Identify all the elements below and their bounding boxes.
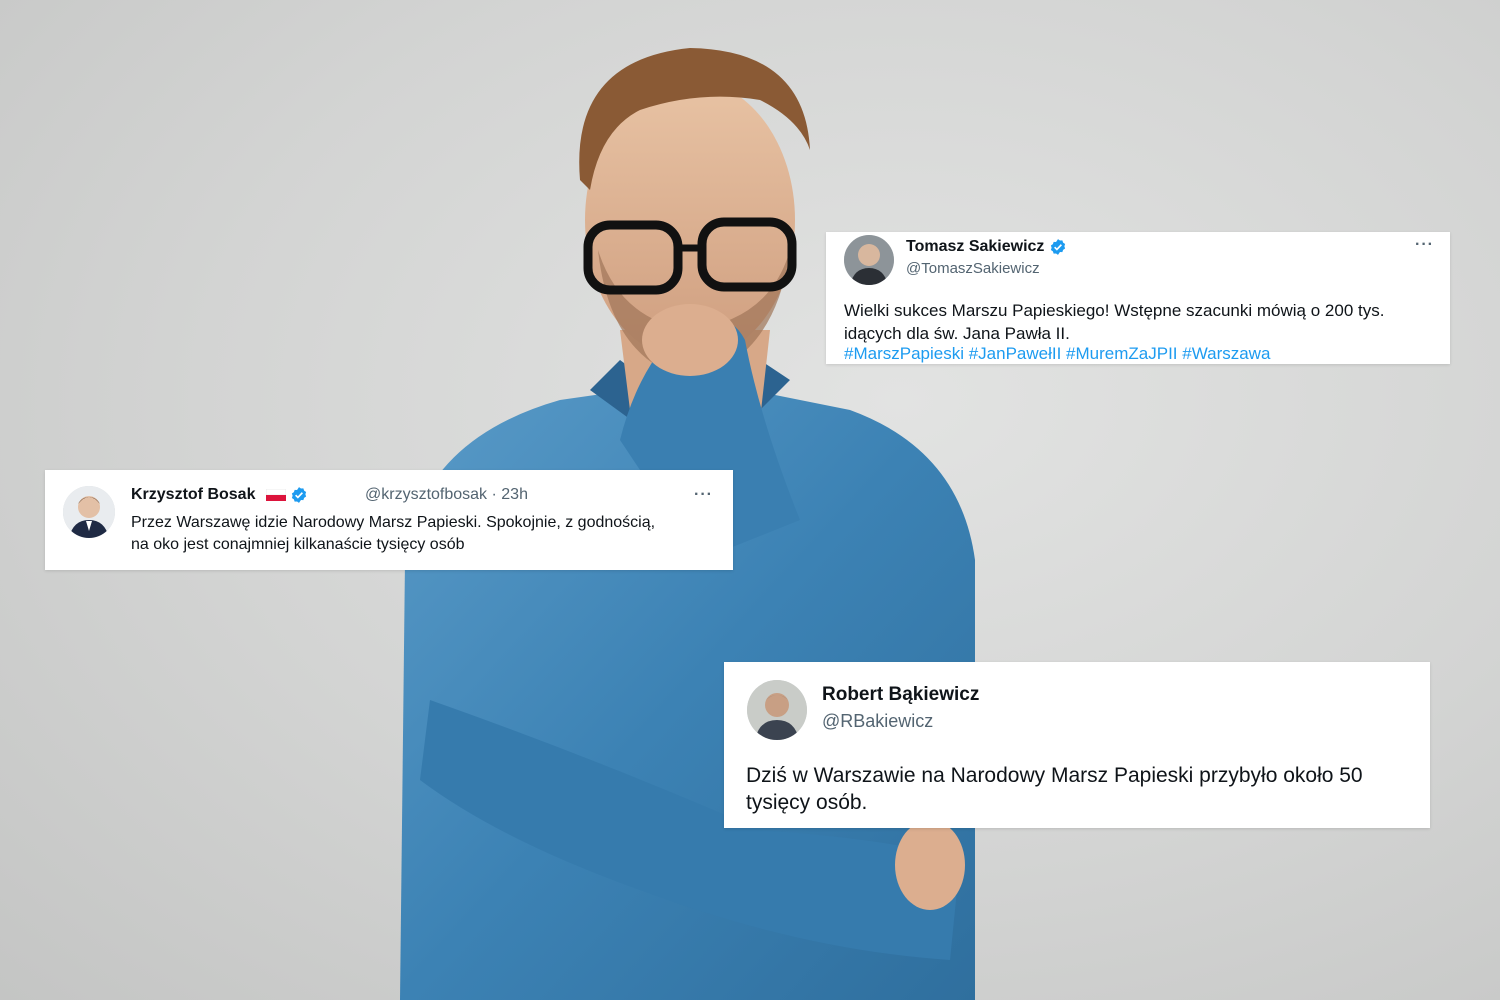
tweet-text: Przez Warszawę idzie Narodowy Marsz Papi… bbox=[131, 514, 656, 553]
verified-badge-icon bbox=[292, 487, 307, 503]
tweet-text: Wielki sukces Marszu Papieskiego! Wstępn… bbox=[844, 301, 1385, 343]
author-name[interactable]: Robert Bąkiewicz bbox=[822, 684, 979, 706]
tweet-card-sakiewicz[interactable]: Tomasz Sakiewicz @TomaszSakiewicz ··· Wi… bbox=[826, 232, 1450, 364]
author-handle[interactable]: @TomaszSakiewicz bbox=[906, 260, 1040, 277]
verified-badge-icon bbox=[1050, 239, 1066, 255]
tweet-hashtags[interactable]: #MarszPapieski #JanPawełII #MuremZaJPII … bbox=[844, 344, 1270, 364]
tweet-text: Dziś w Warszawie na Narodowy Marsz Papie… bbox=[746, 764, 1363, 815]
poland-flag-icon bbox=[265, 489, 286, 501]
tweet-card-bosak[interactable]: Krzysztof Bosak @krzysztofbosak · 23h ··… bbox=[45, 470, 733, 570]
more-options-icon[interactable]: ··· bbox=[694, 486, 713, 504]
author-name[interactable]: Tomasz Sakiewicz bbox=[906, 238, 1067, 256]
author-handle[interactable]: @krzysztofbosak · 23h bbox=[365, 486, 528, 504]
avatar[interactable] bbox=[747, 680, 807, 740]
avatar[interactable] bbox=[63, 486, 115, 538]
avatar[interactable] bbox=[844, 235, 894, 285]
author-handle[interactable]: @RBakiewicz bbox=[822, 711, 933, 732]
tweet-card-bakiewicz[interactable]: Robert Bąkiewicz @RBakiewicz Dziś w Wars… bbox=[724, 662, 1430, 828]
author-name[interactable]: Krzysztof Bosak bbox=[131, 486, 308, 504]
more-options-icon[interactable]: ··· bbox=[1415, 236, 1434, 254]
